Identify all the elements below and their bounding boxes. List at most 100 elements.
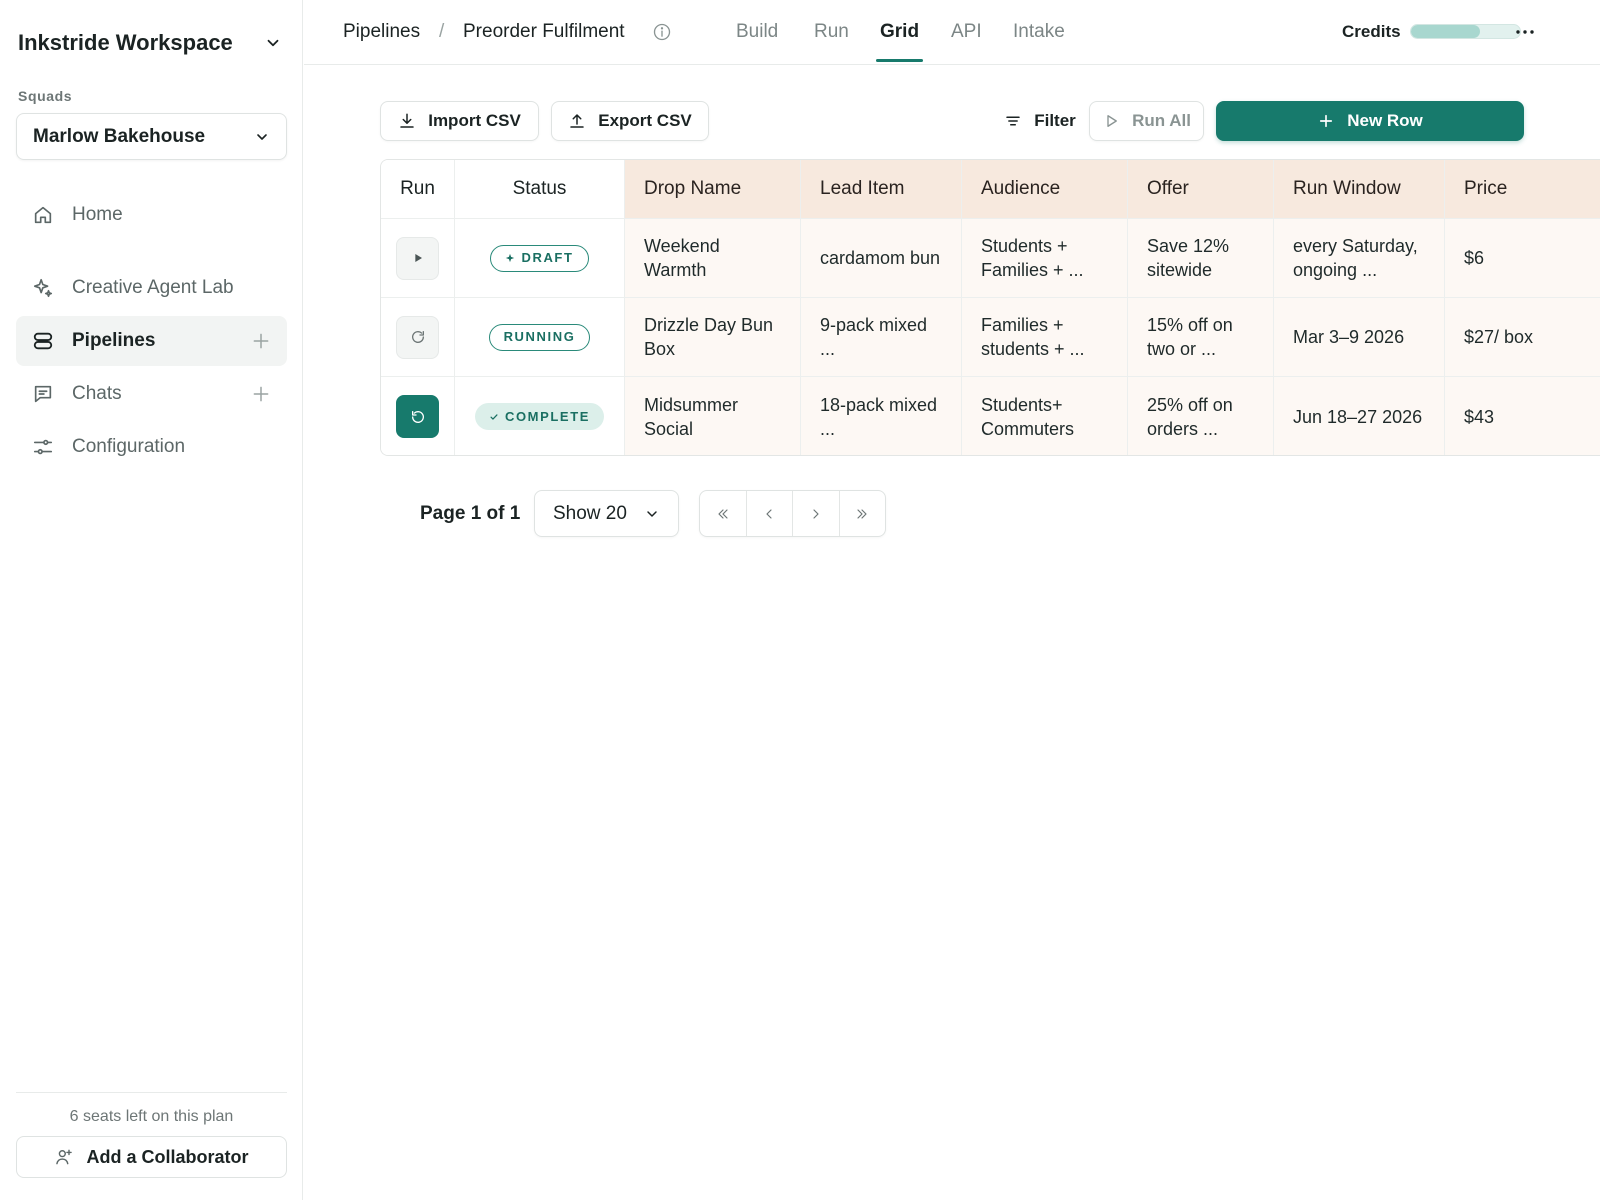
cell-lead-item[interactable]: 18-pack mixed ... [801, 377, 962, 455]
refresh-icon [411, 331, 424, 343]
run-row-button[interactable] [396, 236, 439, 280]
sidebar-item-label: Creative Agent Lab [72, 277, 234, 298]
cell-drop-name[interactable]: Drizzle Day Bun Box [625, 298, 801, 377]
new-row-button[interactable]: New Row [1216, 101, 1524, 141]
tab-run[interactable]: Run [814, 21, 849, 43]
cell-price[interactable]: $6 [1445, 219, 1600, 298]
seats-left-text: 6 seats left on this plan [69, 1108, 234, 1125]
cell-drop-name[interactable]: Weekend Warmth [625, 219, 801, 298]
last-page-button[interactable] [840, 491, 886, 536]
cell-lead-item[interactable]: 9-pack mixed ... [801, 298, 962, 377]
info-icon[interactable] [652, 22, 672, 42]
status-cell: COMPLETE [455, 377, 625, 455]
cell-drop-name[interactable]: Midsummer Social [625, 377, 801, 455]
active-tab-indicator [876, 59, 923, 62]
sidebar-divider [16, 1092, 287, 1093]
cell-offer[interactable]: 25% off on orders ... [1128, 377, 1274, 455]
play-icon [414, 254, 422, 262]
cell-price[interactable]: $43 [1445, 377, 1600, 455]
rerun-icon [411, 410, 424, 423]
home-icon [32, 204, 54, 226]
new-row-label: New Row [1347, 111, 1423, 130]
chevron-down-icon [647, 510, 657, 517]
credits-meter-fill [1411, 25, 1480, 38]
status-badge: DRAFT [490, 244, 589, 272]
sidebar-item-label: Chats [72, 383, 122, 404]
status-badge-label: RUNNING [503, 329, 576, 344]
column-header-offer[interactable]: Offer [1128, 160, 1274, 219]
run-cell [381, 219, 455, 298]
cell-run-window[interactable]: every Saturday, ongoing ... [1274, 219, 1445, 298]
upload-icon [570, 114, 584, 128]
sidebar-item-pipelines[interactable]: Pipelines [16, 316, 287, 366]
workspace-switcher[interactable]: Inkstride Workspace [18, 28, 286, 58]
column-header-status[interactable]: Status [455, 160, 625, 219]
sidebar: Inkstride Workspace Squads Marlow Bakeho… [0, 0, 303, 1200]
data-grid: Run Status Drop Name Lead Item Audience … [380, 159, 1600, 456]
tab-build[interactable]: Build [736, 21, 778, 43]
status-cell: RUNNING [455, 298, 625, 377]
top-bar: Pipelines / Preorder Fulfilment Build Ru… [304, 0, 1600, 65]
cell-audience[interactable]: Families + students + ... [962, 298, 1128, 377]
tab-api[interactable]: API [951, 21, 982, 43]
download-icon [400, 113, 414, 128]
pagination-controls [699, 490, 886, 537]
cell-offer[interactable]: 15% off on two or ... [1128, 298, 1274, 377]
squad-select[interactable]: Marlow Bakehouse [16, 113, 287, 160]
first-page-button[interactable] [700, 491, 747, 536]
play-outline-icon [1107, 115, 1117, 127]
sparkle-icon [506, 253, 515, 263]
add-pipeline-icon[interactable] [251, 331, 271, 351]
cell-lead-item[interactable]: cardamom bun [801, 219, 962, 298]
run-row-button[interactable] [396, 315, 439, 359]
cell-run-window[interactable]: Mar 3–9 2026 [1274, 298, 1445, 377]
column-header-lead-item[interactable]: Lead Item [801, 160, 962, 219]
squad-selected-value: Marlow Bakehouse [33, 125, 206, 147]
sidebar-item-chats[interactable]: Chats [16, 369, 287, 419]
previous-page-button[interactable] [747, 491, 793, 536]
column-header-drop-name[interactable]: Drop Name [625, 160, 801, 219]
sparkle-icon [32, 277, 54, 299]
export-csv-button[interactable]: Export CSV [551, 101, 709, 141]
status-badge-label: COMPLETE [504, 408, 591, 424]
breadcrumb-current: Preorder Fulfilment [463, 21, 625, 42]
breadcrumb-pipelines[interactable]: Pipelines [343, 21, 420, 43]
sidebar-item-configuration[interactable]: Configuration [16, 422, 287, 472]
column-header-run-window[interactable]: Run Window [1274, 160, 1445, 219]
column-header-audience[interactable]: Audience [962, 160, 1128, 219]
add-chat-icon[interactable] [251, 384, 271, 404]
rerun-row-button[interactable] [396, 395, 439, 438]
page-size-select[interactable]: Show 20 [534, 490, 679, 537]
more-options-icon[interactable] [1513, 20, 1537, 44]
cell-run-window[interactable]: Jun 18–27 2026 [1274, 377, 1445, 455]
chevrons-right-icon [857, 508, 867, 519]
sidebar-item-home[interactable]: Home [16, 190, 287, 240]
add-collaborator-button[interactable]: Add a Collaborator [16, 1136, 287, 1178]
chevrons-left-icon [718, 508, 728, 519]
cell-offer[interactable]: Save 12% sitewide [1128, 219, 1274, 298]
export-csv-label: Export CSV [598, 111, 692, 130]
next-page-button[interactable] [793, 491, 840, 536]
add-collaborator-label: Add a Collaborator [86, 1146, 249, 1167]
run-all-button[interactable]: Run All [1089, 101, 1204, 141]
filter-icon [1006, 116, 1020, 126]
column-header-price[interactable]: Price [1445, 160, 1600, 219]
cell-audience[interactable]: Students+ Commuters [962, 377, 1128, 455]
run-cell [381, 377, 455, 455]
cell-price[interactable]: $27/ box [1445, 298, 1600, 377]
run-all-label: Run All [1132, 111, 1191, 130]
sidebar-item-creative-agent-lab[interactable]: Creative Agent Lab [16, 263, 287, 313]
cell-audience[interactable]: Students + Families + ... [962, 219, 1128, 298]
column-header-run[interactable]: Run [381, 160, 455, 219]
sidebar-item-label: Pipelines [72, 330, 156, 351]
app-window: Inkstride Workspace Squads Marlow Bakeho… [0, 0, 1600, 1200]
tab-grid[interactable]: Grid [880, 21, 919, 43]
grid-header-row: Run Status Drop Name Lead Item Audience … [381, 160, 1600, 219]
filter-button[interactable]: Filter [990, 101, 1090, 141]
sidebar-item-label: Configuration [72, 436, 186, 457]
table-row: DRAFT Weekend Warmth cardamom bun Studen… [381, 219, 1600, 298]
run-cell [381, 298, 455, 377]
import-csv-button[interactable]: Import CSV [380, 101, 539, 141]
credits-meter [1410, 24, 1521, 39]
tab-intake[interactable]: Intake [1013, 21, 1065, 43]
